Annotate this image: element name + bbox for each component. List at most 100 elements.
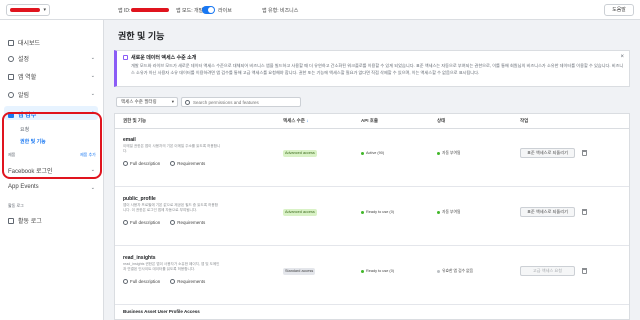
link-label: Full description (130, 279, 161, 284)
review-status-text: 자동 부여됨 (442, 210, 461, 214)
permission-description: read_insights 권한은 앱이 사용자가 소유한 페이지, 앱 및 도… (123, 262, 220, 271)
review-status: 자동 부여됨 (437, 210, 461, 215)
column-header-api-calls[interactable]: API 호출 (361, 118, 378, 124)
filter-label: 액세스 수준 필터링 (121, 99, 157, 104)
api-status: Ready to use (0) (361, 269, 394, 273)
banner-text: 개발 모드와 라이브 모드가 새로운 데이터 액세스 수준으로 대체되어 비즈니… (131, 63, 624, 75)
sort-arrow-icon: ↓ (306, 118, 309, 123)
api-status-text: Ready to use (0) (366, 210, 395, 214)
search-input[interactable] (193, 99, 298, 106)
link-label: Requirements (177, 220, 206, 225)
info-icon (170, 220, 176, 225)
requirements-link[interactable]: Requirements (170, 279, 205, 284)
close-icon[interactable]: × (620, 54, 624, 60)
review-status-text: 유효한 앱 검수 없음 (442, 269, 474, 273)
trash-icon[interactable] (582, 209, 587, 215)
column-header-permission[interactable]: 권한 및 기능 (123, 118, 146, 124)
banner-title: 새로운 데이터 액세스 수준 소개 (131, 55, 197, 61)
search-icon (185, 100, 190, 105)
sidebar-item-label: 활동 로그 (18, 219, 42, 225)
column-header-access-level[interactable]: 액세스 수준 ↓ (283, 118, 308, 124)
app-id-label: 앱 ID: (118, 8, 131, 14)
red-highlight-annotation (2, 112, 102, 179)
column-header-actions: 작업 (520, 118, 529, 123)
permission-name: read_insights (123, 255, 156, 261)
activity-log-heading: 활동 로그 (8, 203, 24, 208)
trash-icon[interactable] (582, 268, 587, 274)
permission-description: 앱이 사용자 프로필에 기본 값으로 제공된 필드 중 읽도록 허용합니다. 이… (123, 203, 218, 212)
main-content: 권한 및 기능 새로운 데이터 액세스 수준 소개 개발 모드와 라이브 모드가… (104, 20, 640, 320)
bell-icon (8, 91, 14, 98)
permission-name: email (123, 137, 136, 143)
sidebar-item-app-roles[interactable]: 앱 역할 (8, 72, 36, 81)
permission-links: Full description Requirements (123, 279, 205, 284)
api-status-text: Ready to use (0) (366, 269, 395, 273)
chevron-down-icon[interactable]: ⌄ (91, 55, 95, 61)
redacted-app-id (131, 8, 169, 12)
status-dot-icon (437, 269, 440, 273)
column-header-status[interactable]: 상태 (437, 118, 445, 124)
app-mode-label: 앱 모드: 개발 (176, 8, 204, 14)
sidebar-item-activity-log[interactable]: 활동 로그 (8, 216, 42, 225)
chevron-down-icon[interactable]: ⌄ (91, 91, 95, 97)
trash-icon[interactable] (582, 150, 587, 156)
permission-name: public_profile (123, 196, 156, 202)
dashboard-icon (8, 39, 14, 46)
access-level-filter[interactable]: 액세스 수준 필터링 ▾ (116, 97, 178, 107)
revert-standard-access-button[interactable]: 표준 액세스로 되돌리기 (520, 207, 575, 217)
document-icon (123, 279, 128, 284)
request-advanced-access-button[interactable]: 고급 액세스 요청 (520, 266, 575, 276)
search-box[interactable] (181, 97, 301, 107)
document-icon (123, 220, 128, 225)
gear-icon (8, 55, 14, 62)
full-description-link[interactable]: Full description (123, 220, 160, 225)
requirements-link[interactable]: Requirements (170, 161, 205, 166)
table-row: public_profile 앱이 사용자 프로필에 기본 값으로 제공된 필드… (115, 188, 629, 246)
permissions-table: 권한 및 기능 액세스 수준 ↓ API 호출 상태 작업 email 이메일 … (114, 113, 630, 320)
review-status-text: 자동 부여됨 (442, 151, 461, 155)
app-selector[interactable]: ▾ (6, 4, 50, 16)
revert-standard-access-button[interactable]: 표준 액세스로 되돌리기 (520, 148, 575, 158)
table-row: read_insights read_insights 권한은 앱이 사용자가 … (115, 247, 629, 305)
permission-name: Business Asset User Profile Access (123, 309, 200, 314)
sidebar-item-dashboard[interactable]: 대시보드 (8, 38, 40, 47)
info-icon (170, 279, 176, 284)
requirements-link[interactable]: Requirements (170, 220, 205, 225)
status-dot-icon (437, 151, 440, 155)
link-label: Full description (130, 161, 161, 166)
sidebar-item-app-events[interactable]: App Events (8, 184, 39, 190)
table-row: email 이메일 권한은 앱이 사용자의 기본 이메일 주소를 읽도록 허용합… (115, 129, 629, 187)
permission-links: Full description Requirements (123, 220, 205, 225)
list-icon (8, 217, 14, 224)
chevron-down-icon: ▾ (43, 7, 46, 13)
full-description-link[interactable]: Full description (123, 161, 160, 166)
access-level-badge: Standard access (283, 268, 316, 275)
chevron-down-icon[interactable]: ⌄ (91, 185, 95, 191)
status-dot-icon (361, 269, 364, 273)
info-banner: 새로운 데이터 액세스 수준 소개 개발 모드와 라이브 모드가 새로운 데이터… (114, 50, 630, 87)
sidebar-item-label: App Events (8, 184, 39, 190)
api-status: Ready to use (0) (361, 210, 394, 214)
sidebar-item-label: 알림 (18, 93, 30, 99)
permission-links: Full description Requirements (123, 161, 205, 166)
app-mode-toggle[interactable] (202, 6, 215, 14)
status-dot-icon (361, 210, 364, 214)
access-level-badge: Advanced access (283, 209, 317, 216)
full-description-link[interactable]: Full description (123, 279, 160, 284)
info-icon (170, 161, 176, 166)
top-bar: ▾ 앱 ID: 앱 모드: 개발 라이브 앱 유형: 비즈니스 도움말 (0, 0, 640, 20)
help-button[interactable]: 도움말 (604, 4, 634, 16)
redacted-app-name (10, 8, 40, 12)
page-title: 권한 및 기능 (118, 31, 165, 41)
app-type-label: 앱 유형: 비즈니스 (262, 8, 299, 14)
app-mode-live-label: 라이브 (218, 8, 232, 14)
status-dot-icon (361, 151, 364, 155)
review-status: 자동 부여됨 (437, 151, 461, 156)
info-icon (123, 55, 128, 60)
review-status: 유효한 앱 검수 없음 (437, 269, 473, 274)
sidebar-item-alerts[interactable]: 알림 (8, 90, 29, 99)
sidebar-item-settings[interactable]: 설정 (8, 54, 96, 63)
link-label: Requirements (177, 161, 206, 166)
chevron-down-icon[interactable]: ⌄ (91, 73, 95, 79)
link-label: Requirements (177, 279, 206, 284)
